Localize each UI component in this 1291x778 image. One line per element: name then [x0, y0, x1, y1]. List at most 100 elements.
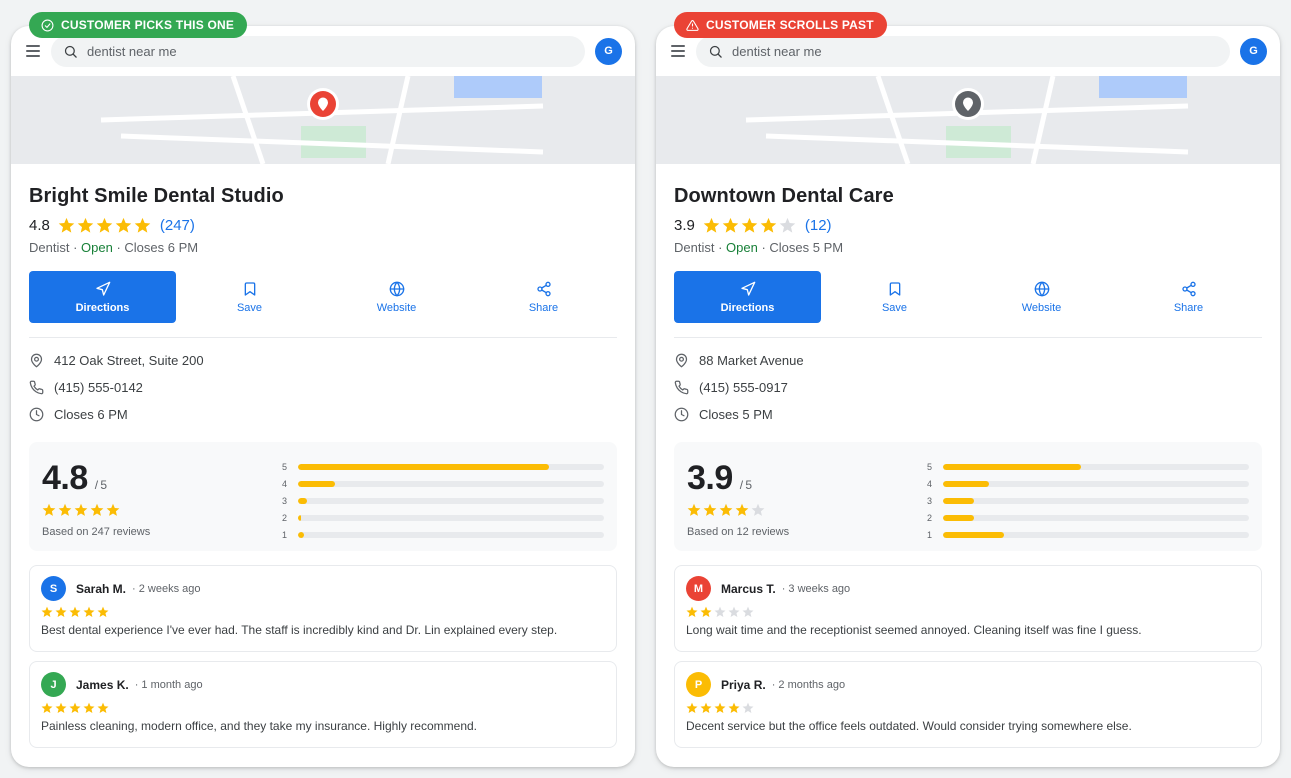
star-filled-icon: [74, 503, 88, 516]
star-filled-icon: [134, 217, 151, 233]
phone-row[interactable]: (415) 555-0142: [29, 378, 617, 396]
save-button[interactable]: Save: [176, 271, 323, 323]
distribution-row: 2: [927, 509, 1249, 526]
map-road: [1030, 76, 1056, 164]
based-on-reviews: Based on 12 reviews: [687, 526, 790, 538]
distribution-bar-track: [943, 514, 1249, 521]
business-details: Bright Smile Dental Studio 4.8 (247) Dentis…: [11, 185, 635, 748]
review-header: S Sarah M. · 2 weeks ago: [41, 576, 605, 601]
based-on-reviews: Based on 247 reviews: [42, 526, 151, 538]
distribution-row: 3: [927, 492, 1249, 509]
summary-stars-row: [687, 503, 927, 522]
star-filled-icon: [96, 217, 113, 233]
review-time: · 2 months ago: [771, 678, 846, 691]
review-text: Best dental experience I've ever had. Th…: [41, 623, 558, 637]
hamburger-menu-icon[interactable]: [670, 43, 686, 59]
star-filled-icon: [714, 702, 726, 714]
reviewer-name: Marcus T.: [721, 581, 776, 596]
address-row[interactable]: 412 Oak Street, Suite 200: [29, 351, 617, 369]
star-filled-icon: [728, 702, 740, 714]
map-road: [875, 76, 911, 164]
review-card[interactable]: P Priya R. · 2 months ago Decent service bu…: [674, 661, 1262, 748]
review-card[interactable]: M Marcus T. · 3 weeks ago Long wait time an…: [674, 565, 1262, 652]
search-input[interactable]: dentist near me: [51, 35, 585, 67]
map-road: [385, 76, 411, 164]
search-query-text: dentist near me: [732, 43, 822, 59]
search-input[interactable]: dentist near me: [696, 35, 1230, 67]
distribution-label: 3: [282, 495, 288, 506]
directions-button[interactable]: Directions: [674, 271, 821, 323]
rating-summary: 3.9 / 5 Based on 12 reviews 5 4 3 2 1: [674, 442, 1262, 551]
star-filled-icon: [83, 606, 95, 618]
search-icon: [708, 44, 723, 59]
star-filled-icon: [115, 217, 132, 233]
profile-avatar[interactable]: G: [595, 37, 622, 65]
review-count-link[interactable]: (247): [160, 217, 195, 234]
hours-row[interactable]: Closes 5 PM: [674, 405, 1262, 423]
distribution-row: 3: [282, 492, 604, 509]
distribution-label: 3: [927, 495, 933, 506]
review-stars: [41, 702, 110, 714]
star-filled-icon: [55, 702, 67, 714]
website-button[interactable]: Website: [323, 271, 470, 323]
profile-avatar[interactable]: G: [1240, 37, 1267, 65]
distribution-label: 2: [282, 512, 288, 523]
review-card[interactable]: J James K. · 1 month ago Painless cleaning,…: [29, 661, 617, 748]
star-filled-icon: [41, 606, 53, 618]
action-label: Website: [1021, 301, 1062, 314]
phone-icon: [29, 380, 44, 395]
check-circle-icon: [41, 19, 54, 32]
phone-row[interactable]: (415) 555-0917: [674, 378, 1262, 396]
rating-summary-score: 3.9 / 5 Based on 12 reviews: [687, 442, 927, 551]
action-label: Directions: [75, 301, 130, 314]
star-empty-icon: [742, 702, 754, 714]
summary-stars: [42, 503, 121, 517]
star-filled-icon: [58, 503, 72, 516]
distribution-row: 4: [927, 475, 1249, 492]
map-location-pin-icon[interactable]: [952, 88, 984, 120]
map-water-area: [454, 76, 542, 98]
directions-button[interactable]: Directions: [29, 271, 176, 323]
star-filled-icon: [741, 217, 758, 233]
distribution-bar-fill: [943, 480, 989, 487]
map-location-pin-icon[interactable]: [307, 88, 339, 120]
star-filled-icon: [722, 217, 739, 233]
distribution-bar-fill: [298, 463, 549, 470]
rating-stars: [58, 217, 152, 234]
share-button[interactable]: Share: [1115, 271, 1262, 323]
business-category: Dentist: [674, 240, 715, 255]
star-filled-icon: [58, 217, 75, 233]
closing-time: Closes 6 PM: [124, 240, 199, 255]
score-value: 3.9: [687, 459, 733, 497]
clock-icon: [29, 407, 44, 422]
website-button[interactable]: Website: [968, 271, 1115, 323]
review-text: Long wait time and the receptionist seem…: [686, 623, 1142, 637]
map-preview[interactable]: [11, 76, 635, 164]
clock-icon: [674, 407, 689, 422]
business-meta: Dentist · Open · Closes 6 PM: [29, 240, 617, 257]
rating-number: 4.8: [29, 217, 50, 234]
action-label: Save: [881, 301, 908, 314]
hamburger-menu-icon[interactable]: [25, 43, 41, 59]
distribution-bar-track: [298, 531, 604, 538]
review-stars-row: [41, 605, 605, 618]
review-count-link[interactable]: (12): [805, 217, 832, 234]
review-card[interactable]: S Sarah M. · 2 weeks ago Best dental experi…: [29, 565, 617, 652]
share-button[interactable]: Share: [470, 271, 617, 323]
star-filled-icon: [83, 702, 95, 714]
distribution-bar-fill: [298, 497, 308, 504]
business-card-bright-smile: dentist near me G Bright Smile Dental Stud…: [11, 26, 635, 767]
reviewer-avatar: J: [41, 672, 66, 697]
map-preview[interactable]: [656, 76, 1280, 164]
action-buttons: Directions Save Website Share: [29, 271, 617, 323]
distribution-row: 1: [927, 526, 1249, 543]
hours-row[interactable]: Closes 6 PM: [29, 405, 617, 423]
separator-dot: ·: [714, 240, 727, 255]
review-time: · 1 month ago: [134, 678, 203, 691]
review-text: Decent service but the office feels outd…: [686, 719, 1132, 733]
star-empty-icon: [751, 503, 765, 516]
business-category: Dentist: [29, 240, 70, 255]
search-icon: [63, 44, 78, 59]
address-row[interactable]: 88 Market Avenue: [674, 351, 1262, 369]
save-button[interactable]: Save: [821, 271, 968, 323]
